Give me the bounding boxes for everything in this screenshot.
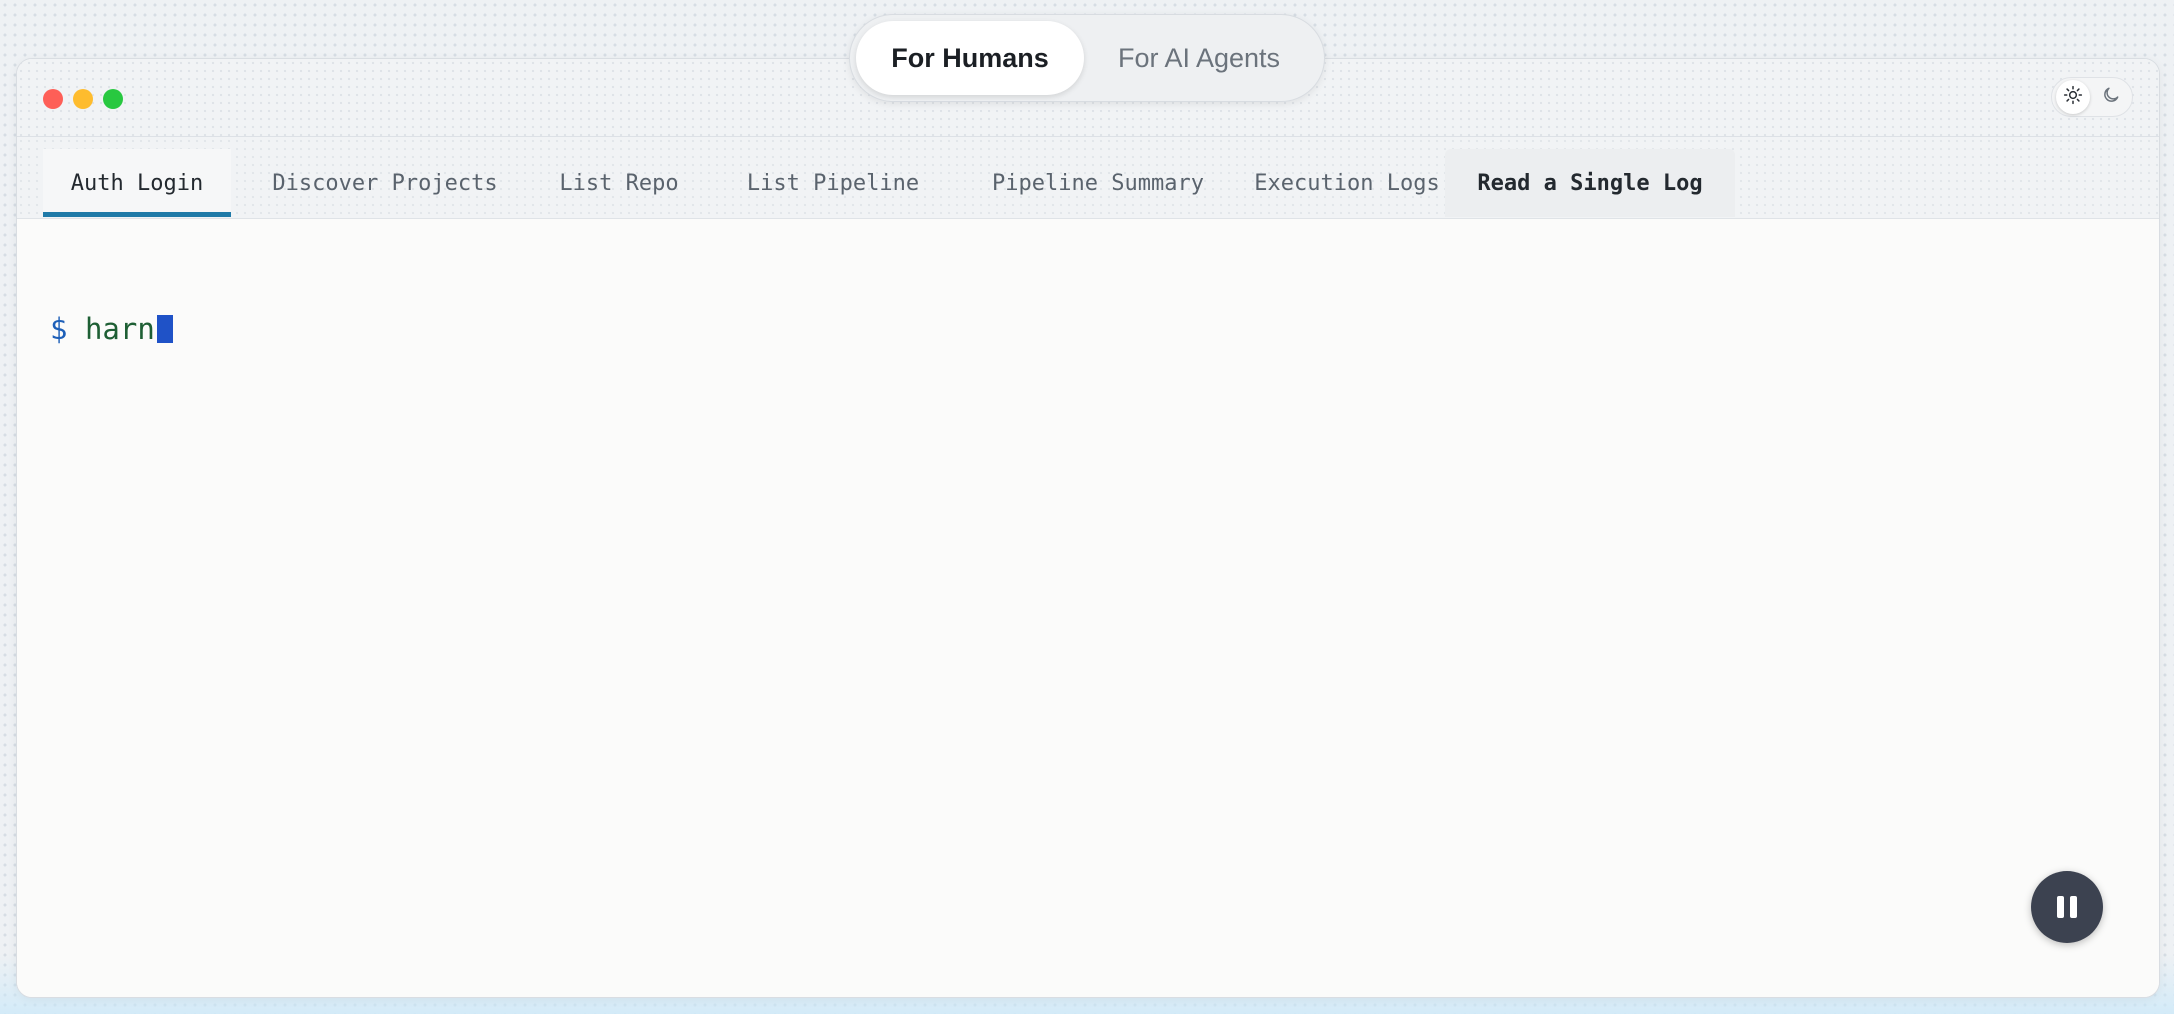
tab-list-pipeline[interactable]: List Pipeline: [721, 149, 945, 217]
traffic-lights: [43, 89, 123, 109]
close-window-dot[interactable]: [43, 89, 63, 109]
tab-execution-logs[interactable]: Execution Logs: [1227, 149, 1467, 217]
for-ai-agents-button[interactable]: For AI Agents: [1084, 21, 1314, 95]
text-cursor: [156, 315, 173, 343]
tab-read-a-single-log[interactable]: Read a Single Log: [1445, 149, 1735, 217]
minimize-window-dot[interactable]: [73, 89, 93, 109]
tab-list-repo[interactable]: List Repo: [539, 149, 699, 217]
moon-icon: [2101, 85, 2121, 110]
theme-toggle: [2051, 77, 2133, 117]
command-tabs: Auth Login Discover Projects List Repo L…: [17, 137, 2159, 219]
prompt-line: $ harn: [50, 311, 173, 347]
audience-mode-switch: For Humans For AI Agents: [849, 14, 1325, 102]
maximize-window-dot[interactable]: [103, 89, 123, 109]
for-humans-button[interactable]: For Humans: [856, 21, 1084, 95]
typed-command: harn: [84, 312, 155, 346]
prompt-symbol: $: [50, 312, 68, 346]
tab-discover-projects[interactable]: Discover Projects: [253, 149, 517, 217]
light-theme-button[interactable]: [2056, 80, 2090, 114]
sun-icon: [2063, 85, 2083, 110]
tab-auth-login[interactable]: Auth Login: [43, 149, 231, 217]
pause-button[interactable]: [2031, 871, 2103, 943]
tab-pipeline-summary[interactable]: Pipeline Summary: [967, 149, 1229, 217]
terminal-output[interactable]: $ harn: [17, 219, 2159, 997]
pause-icon: [2054, 896, 2080, 918]
terminal-window: Auth Login Discover Projects List Repo L…: [16, 58, 2160, 998]
dark-theme-button[interactable]: [2094, 80, 2128, 114]
